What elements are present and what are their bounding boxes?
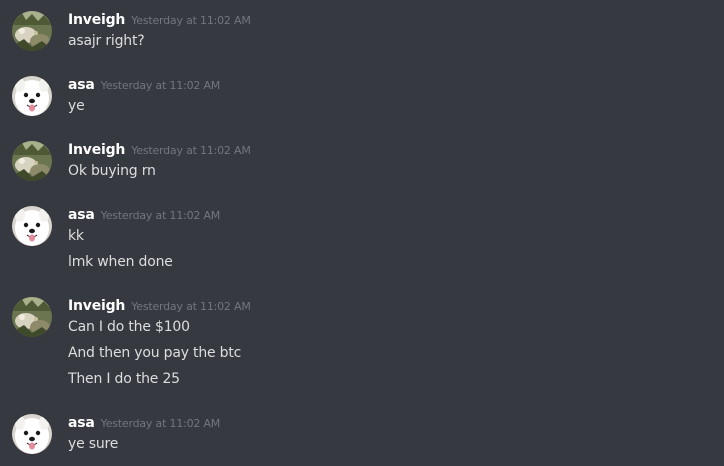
username[interactable]: Inveigh [68,12,125,28]
username[interactable]: asa [68,77,95,93]
message-text: ye [68,98,85,114]
message-text: ye sure [68,436,119,452]
message-header: Inveigh Yesterday at 11:02 AM [68,10,251,28]
username[interactable]: asa [68,415,95,431]
timestamp: Yesterday at 11:02 AM [100,417,221,430]
message-header: asa Yesterday at 11:02 AM [68,205,220,223]
message-list: Inveigh Yesterday at 11:02 AM asajr right… [0,0,724,466]
message-text: Then I do the 25 [68,371,180,387]
message-header: Inveigh Yesterday at 11:02 AM [68,140,251,158]
nature-photo-avatar-icon[interactable] [12,11,52,51]
message-header: asa Yesterday at 11:02 AM [68,413,220,431]
username[interactable]: asa [68,207,95,223]
message-text: Ok buying rn [68,163,156,179]
message-text: And then you pay the btc [68,345,242,361]
timestamp: Yesterday at 11:02 AM [131,300,251,313]
white-dog-avatar-icon[interactable] [12,206,52,246]
message-header: Inveigh Yesterday at 11:02 AM [68,296,251,314]
message-text: lmk when done [68,254,173,270]
timestamp: Yesterday at 11:02 AM [100,209,221,222]
nature-photo-avatar-icon[interactable] [12,141,52,181]
nature-photo-avatar-icon[interactable] [12,297,52,337]
timestamp: Yesterday at 11:02 AM [131,14,251,27]
white-dog-avatar-icon[interactable] [12,414,52,454]
message-text: asajr right? [68,33,145,49]
username[interactable]: Inveigh [68,298,125,314]
message-text: kk [68,228,84,244]
message-text: Can I do the $100 [68,319,190,335]
timestamp: Yesterday at 11:02 AM [131,144,251,157]
username[interactable]: Inveigh [68,142,125,158]
message-header: asa Yesterday at 11:02 AM [68,75,220,93]
white-dog-avatar-icon[interactable] [12,76,52,116]
timestamp: Yesterday at 11:02 AM [100,79,221,92]
